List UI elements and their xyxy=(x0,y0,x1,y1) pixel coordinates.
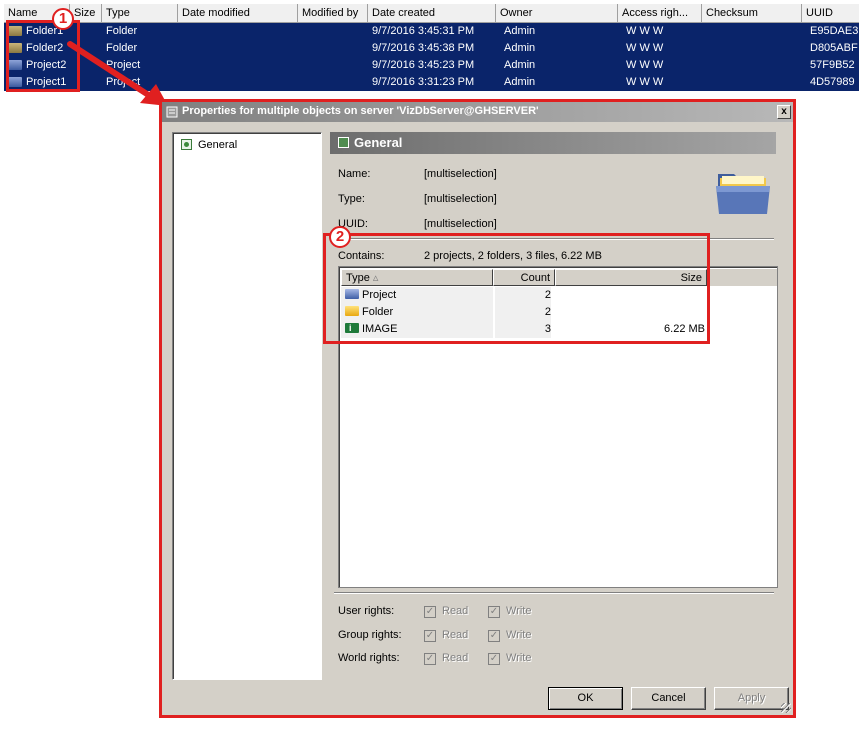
world-write-checkbox[interactable]: ✓ xyxy=(488,653,500,665)
general-icon xyxy=(338,137,349,148)
annotation-box-2 xyxy=(323,233,710,344)
category-tree[interactable]: General xyxy=(172,132,322,680)
annotation-badge-2: 2 xyxy=(329,226,351,248)
dialog-titlebar[interactable]: Properties for multiple objects on serve… xyxy=(162,102,793,122)
group-write-label: Write xyxy=(506,629,532,641)
type-value: [multiselection] xyxy=(424,193,497,205)
user-write-label: Write xyxy=(506,605,532,617)
uuid-value: [multiselection] xyxy=(424,218,497,230)
resize-grip-icon[interactable] xyxy=(781,703,791,713)
general-icon xyxy=(181,139,192,150)
dialog-title: Properties for multiple objects on serve… xyxy=(182,105,539,117)
name-label: Name: xyxy=(338,168,371,180)
section-header: General xyxy=(330,132,776,154)
world-read-label: Read xyxy=(442,652,469,664)
world-read-checkbox[interactable]: ✓ xyxy=(424,653,436,665)
user-read-checkbox[interactable]: ✓ xyxy=(424,606,436,618)
group-read-checkbox[interactable]: ✓ xyxy=(424,630,436,642)
group-read-label: Read xyxy=(442,629,469,641)
apply-button[interactable]: Apply xyxy=(714,687,789,710)
group-rights-label: Group rights: xyxy=(338,629,402,641)
tree-item-label: General xyxy=(198,139,238,151)
properties-dialog: Properties for multiple objects on serve… xyxy=(159,99,796,718)
section-title: General xyxy=(354,135,403,150)
close-button[interactable]: x xyxy=(777,105,791,119)
user-write-checkbox[interactable]: ✓ xyxy=(488,606,500,618)
user-read-label: Read xyxy=(442,605,469,617)
name-value: [multiselection] xyxy=(424,168,497,180)
divider xyxy=(334,592,774,594)
annotation-badge-1: 1 xyxy=(52,8,74,30)
cancel-button[interactable]: Cancel xyxy=(631,687,706,710)
tree-item-general[interactable]: General xyxy=(181,138,237,152)
folder-icon xyxy=(716,174,770,214)
server-icon xyxy=(166,106,178,118)
group-write-checkbox[interactable]: ✓ xyxy=(488,630,500,642)
type-label: Type: xyxy=(338,193,365,205)
user-rights-label: User rights: xyxy=(338,605,395,617)
world-write-label: Write xyxy=(506,652,532,664)
ok-button[interactable]: OK xyxy=(548,687,623,710)
world-rights-label: World rights: xyxy=(338,652,400,664)
